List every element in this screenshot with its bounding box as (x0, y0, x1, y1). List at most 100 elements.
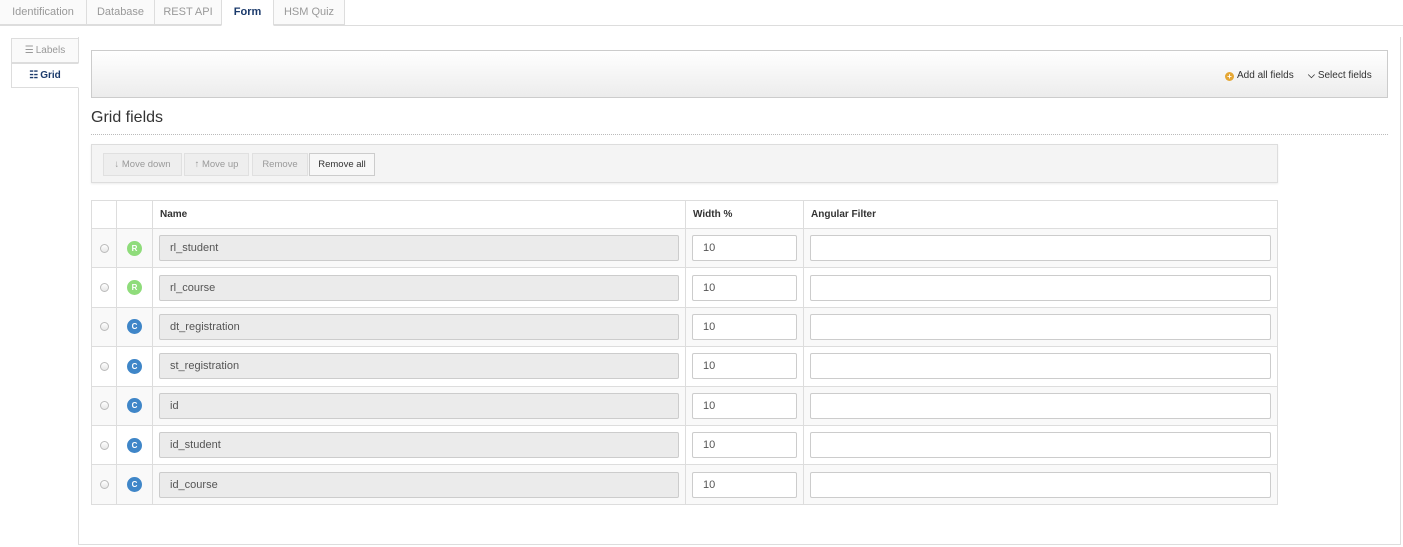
move-down-button[interactable]: ↓ Move down (103, 153, 182, 176)
field-type-badge: C (127, 358, 142, 374)
row-name-cell: id (152, 385, 686, 426)
row-radio[interactable] (99, 243, 109, 253)
row-name-cell: st_registration (152, 346, 686, 387)
field-type-badge: R (127, 240, 142, 256)
row-select-cell[interactable] (91, 227, 117, 269)
field-type-badge: R (127, 280, 142, 296)
row-filter-cell (803, 385, 1278, 426)
side-tab-labels[interactable]: ☰ Labels (11, 38, 79, 63)
move-up-button[interactable]: ↑ Move up (184, 153, 249, 176)
row-width-cell (685, 267, 804, 308)
row-select-cell[interactable] (91, 424, 117, 466)
width-percent-input[interactable] (692, 235, 797, 262)
field-type-badge: C (127, 319, 142, 335)
angular-filter-input[interactable] (810, 313, 1271, 340)
table-row[interactable]: Cst_registration (91, 346, 1278, 387)
tab-hsm-quiz[interactable]: HSM Quiz (273, 0, 345, 25)
row-select-cell[interactable] (91, 306, 117, 348)
row-filter-cell (803, 227, 1278, 269)
tab-identification[interactable]: Identification (0, 0, 87, 25)
table-row[interactable]: Cdt_registration (91, 306, 1278, 348)
select-fields-dropdown[interactable]: ⌵ Select fields (1308, 70, 1372, 81)
row-name-cell: id_student (152, 424, 686, 466)
fields-toolbar: + Add all fields ⌵ Select fields (91, 50, 1388, 98)
header-select (91, 200, 117, 229)
row-filter-cell (803, 267, 1278, 308)
row-width-cell (685, 385, 804, 426)
angular-filter-input[interactable] (810, 432, 1271, 459)
field-name-readonly: st_registration (159, 353, 679, 380)
move-up-label: Move up (201, 159, 239, 170)
row-name-cell: dt_registration (152, 306, 686, 348)
table-row[interactable]: Rrl_course (91, 267, 1278, 308)
row-select-cell[interactable] (91, 385, 117, 426)
row-type-cell: C (116, 346, 153, 387)
width-percent-input[interactable] (692, 313, 797, 340)
width-percent-input[interactable] (692, 471, 797, 498)
width-percent-input[interactable] (692, 432, 797, 459)
table-row[interactable]: Cid_student (91, 424, 1278, 466)
field-name-readonly: dt_registration (159, 313, 679, 340)
angular-filter-input[interactable] (810, 471, 1271, 498)
table-row[interactable]: Cid_course (91, 464, 1278, 505)
row-select-cell[interactable] (91, 267, 117, 308)
header-type (116, 200, 153, 229)
row-radio[interactable] (99, 322, 109, 332)
row-type-cell: R (116, 227, 153, 269)
side-tab-grid[interactable]: ☷ Grid (11, 63, 79, 88)
row-type-cell: C (116, 306, 153, 348)
remove-button[interactable]: Remove (252, 153, 308, 176)
grid-action-bar: ↓ Move down ↑ Move up Remove Remove all (91, 144, 1278, 183)
row-type-cell: C (116, 385, 153, 426)
table-header-row: Name Width % Angular Filter (91, 200, 1278, 229)
angular-filter-input[interactable] (810, 235, 1271, 262)
grid-list-icon: ☷ (29, 70, 39, 81)
remove-all-button[interactable]: Remove all (309, 153, 375, 176)
add-all-fields-button[interactable]: + Add all fields (1225, 70, 1294, 81)
row-type-cell: C (116, 424, 153, 466)
plus-circle-icon: + (1225, 72, 1234, 81)
row-filter-cell (803, 346, 1278, 387)
row-radio[interactable] (99, 480, 109, 490)
angular-filter-input[interactable] (810, 274, 1271, 301)
row-select-cell[interactable] (91, 346, 117, 387)
grid-fields-table: Name Width % Angular Filter Rrl_studentR… (91, 200, 1278, 505)
row-radio[interactable] (99, 283, 109, 293)
angular-filter-input[interactable] (810, 353, 1271, 380)
select-fields-label: Select fields (1317, 70, 1372, 81)
chevron-down-icon: ⌵ (1308, 70, 1315, 80)
field-type-badge: C (127, 477, 142, 493)
row-name-cell: rl_course (152, 267, 686, 308)
tab-rest-api[interactable]: REST API (154, 0, 222, 25)
row-width-cell (685, 306, 804, 348)
angular-filter-input[interactable] (810, 392, 1271, 419)
row-radio[interactable] (99, 361, 109, 371)
row-name-cell: rl_student (152, 227, 686, 269)
width-percent-input[interactable] (692, 353, 797, 380)
top-tab-bar: Identification Database REST API Form HS… (0, 0, 1403, 26)
row-type-cell: C (116, 464, 153, 505)
move-down-label: Move down (121, 159, 171, 170)
table-row[interactable]: Cid (91, 385, 1278, 426)
width-percent-input[interactable] (692, 392, 797, 419)
row-radio[interactable] (99, 440, 109, 450)
row-width-cell (685, 464, 804, 505)
side-tab-labels-label: Labels (35, 45, 66, 56)
table-row[interactable]: Rrl_student (91, 227, 1278, 269)
field-name-readonly: rl_student (159, 235, 679, 262)
row-select-cell[interactable] (91, 464, 117, 505)
field-type-badge: C (127, 437, 142, 453)
tab-form[interactable]: Form (221, 0, 274, 26)
row-radio[interactable] (99, 401, 109, 411)
row-width-cell (685, 227, 804, 269)
width-percent-input[interactable] (692, 274, 797, 301)
row-width-cell (685, 346, 804, 387)
arrow-down-icon: ↓ (114, 159, 120, 170)
header-width: Width % (685, 200, 804, 229)
row-filter-cell (803, 306, 1278, 348)
section-divider (91, 134, 1388, 135)
tab-database[interactable]: Database (86, 0, 155, 25)
row-filter-cell (803, 424, 1278, 466)
field-name-readonly: rl_course (159, 274, 679, 301)
field-type-badge: C (127, 398, 142, 414)
